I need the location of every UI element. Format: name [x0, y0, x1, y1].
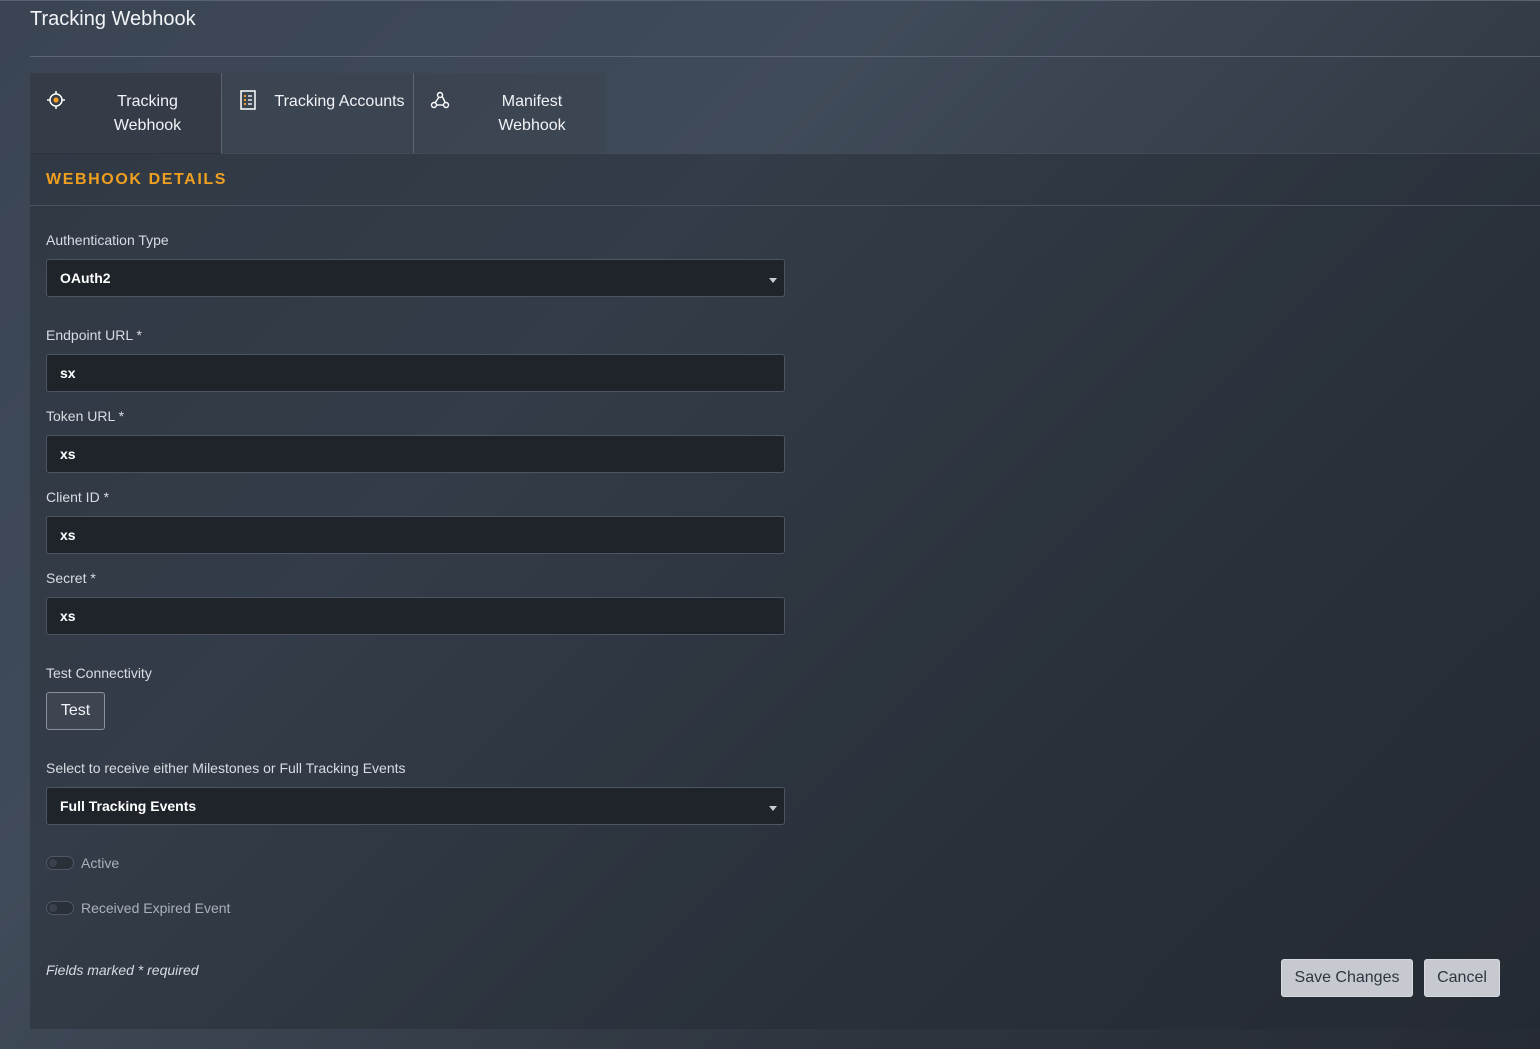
target-icon: [46, 90, 66, 110]
event-type-label: Select to receive either Milestones or F…: [46, 760, 406, 776]
page-title: Tracking Webhook: [30, 8, 196, 30]
token-url-value: xs: [60, 446, 76, 462]
tab-label: Manifest Webhook: [498, 93, 566, 134]
chevron-down-icon: [769, 278, 777, 283]
token-url-label: Token URL *: [46, 408, 125, 424]
expired-event-toggle[interactable]: [46, 901, 74, 915]
tab-bar: Tracking Webhook Tracking Accounts Manif…: [30, 73, 606, 154]
tab-manifest-webhook[interactable]: Manifest Webhook: [414, 73, 606, 154]
expired-event-label: Received Expired Event: [81, 900, 231, 916]
secret-input[interactable]: xs: [46, 597, 785, 635]
endpoint-url-value: sx: [60, 365, 76, 381]
tab-label: Tracking Webhook: [113, 93, 182, 134]
client-id-value: xs: [60, 527, 76, 543]
tab-tracking-accounts[interactable]: Tracking Accounts: [222, 73, 414, 154]
event-type-select[interactable]: Full Tracking Events: [46, 787, 785, 825]
webhook-icon: [430, 90, 450, 110]
token-url-input[interactable]: xs: [46, 435, 785, 473]
event-type-value: Full Tracking Events: [60, 798, 197, 814]
client-id-label: Client ID *: [46, 489, 110, 505]
top-border: [0, 0, 1540, 1]
section-divider: [30, 205, 1540, 206]
client-id-input[interactable]: xs: [46, 516, 785, 554]
title-divider: [30, 56, 1540, 57]
webhook-details-panel: WEBHOOK DETAILS Authentication Type OAut…: [30, 153, 1540, 1029]
auth-type-value: OAuth2: [60, 270, 111, 286]
tab-tracking-webhook[interactable]: Tracking Webhook: [30, 73, 222, 154]
required-note: Fields marked * required: [46, 962, 199, 978]
tab-label: Tracking Accounts: [274, 93, 405, 110]
save-button[interactable]: Save Changes: [1281, 959, 1413, 997]
auth-type-select[interactable]: OAuth2: [46, 259, 785, 297]
auth-type-label: Authentication Type: [46, 232, 169, 248]
active-toggle-row: Active: [46, 855, 119, 871]
endpoint-url-label: Endpoint URL *: [46, 327, 142, 343]
test-connectivity-label: Test Connectivity: [46, 665, 152, 681]
list-icon: [238, 90, 258, 110]
active-toggle[interactable]: [46, 856, 74, 870]
secret-label: Secret *: [46, 570, 96, 586]
cancel-button[interactable]: Cancel: [1424, 959, 1500, 997]
expired-toggle-row: Received Expired Event: [46, 900, 230, 916]
secret-value: xs: [60, 608, 76, 624]
section-title: WEBHOOK DETAILS: [46, 171, 228, 188]
test-button[interactable]: Test: [46, 692, 105, 730]
endpoint-url-input[interactable]: sx: [46, 354, 785, 392]
chevron-down-icon: [769, 806, 777, 811]
active-label: Active: [81, 855, 120, 871]
